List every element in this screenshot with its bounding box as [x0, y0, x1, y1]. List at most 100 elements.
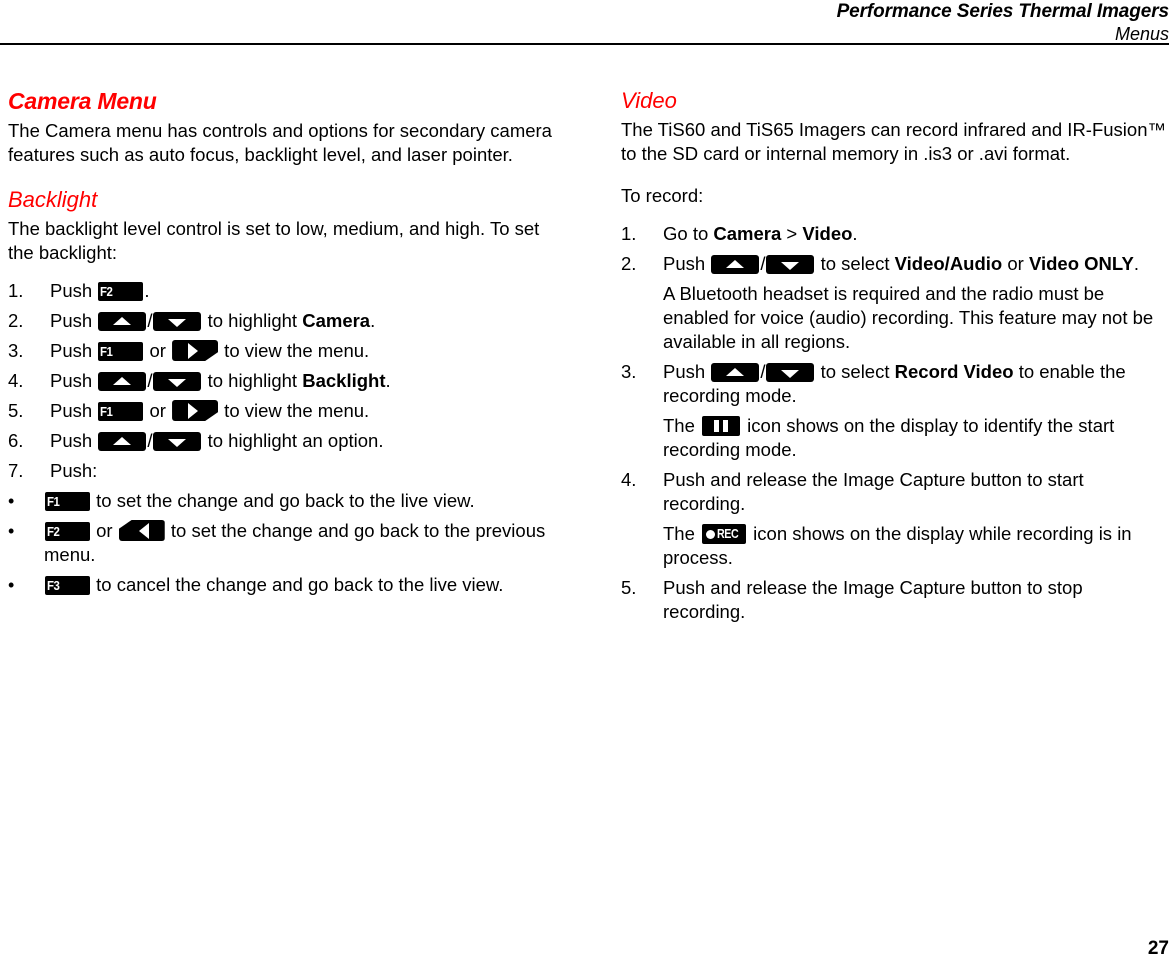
header-subtitle: Menus	[1114, 24, 1169, 44]
step-text: Push F2.	[50, 280, 150, 301]
step-item: 6. Push / to highlight an option.	[8, 429, 564, 453]
step-number: 5.	[621, 577, 637, 598]
page-header: Performance Series Thermal Imagers Menus	[0, 0, 1169, 45]
bullet-item: • F3 to cancel the change and go back to …	[8, 573, 564, 597]
key-right-arrow	[172, 400, 219, 421]
step-item: 4. Push and release the Image Capture but…	[621, 468, 1169, 570]
key-down-arrow	[766, 255, 815, 274]
emphasis-text: Backlight	[302, 370, 386, 391]
key-label: F3	[47, 578, 60, 593]
record-dot-icon	[706, 530, 716, 539]
bullet-text: F2 or to set the change and go back to t…	[44, 520, 546, 565]
key-f2: F2	[98, 282, 144, 301]
up-triangle-icon	[726, 259, 745, 268]
backlight-options-list: • F1 to set the change and go back to the…	[8, 489, 564, 597]
backlight-heading: Backlight	[8, 187, 98, 212]
bullet-marker: •	[8, 491, 15, 511]
bullet-item: • F2 or to set the change and go back to …	[8, 519, 564, 567]
key-down-arrow	[153, 432, 202, 451]
bullet-marker: •	[8, 575, 15, 595]
bullet-item: • F1 to set the change and go back to the…	[8, 489, 564, 513]
key-left-arrow	[118, 520, 165, 541]
right-triangle-icon	[188, 342, 199, 359]
step-item: 3. Push / to select Record Video to enabl…	[621, 360, 1169, 462]
pause-bar	[723, 420, 729, 432]
right-triangle-icon	[188, 402, 199, 419]
right-column: Video The TiS60 and TiS65 Imagers can re…	[621, 88, 1169, 624]
key-label: F2	[47, 524, 60, 539]
up-triangle-icon	[113, 316, 132, 325]
step-number: 1.	[621, 223, 637, 244]
step-number: 4.	[8, 370, 24, 391]
header-divider	[0, 43, 1169, 45]
down-triangle-icon	[168, 318, 187, 327]
key-f2: F2	[45, 522, 90, 541]
emphasis-text: Record Video	[894, 361, 1014, 382]
step-text: Push F1 or to view the menu.	[50, 400, 370, 421]
left-column: Camera Menu The Camera menu has controls…	[8, 88, 564, 597]
step-note: A Bluetooth headset is required and the …	[663, 283, 1154, 352]
step-text: Push / to highlight Camera.	[50, 310, 376, 331]
video-steps-list: 1. Go to Camera > Video. 2. Push / to selec…	[621, 222, 1169, 624]
key-f1: F1	[45, 492, 90, 511]
step-number: 5.	[8, 400, 24, 421]
camera-menu-heading: Camera Menu	[8, 88, 157, 114]
step-number: 6.	[8, 430, 24, 451]
key-f3: F3	[45, 576, 90, 595]
record-label: REC	[717, 526, 739, 541]
key-up-arrow	[98, 312, 147, 331]
key-label: F2	[100, 284, 113, 299]
step-text: Push and release the Image Capture butto…	[663, 577, 1083, 622]
down-triangle-icon	[168, 378, 187, 387]
video-heading: Video	[621, 88, 677, 113]
step-item: 1. Go to Camera > Video.	[621, 222, 1169, 246]
step-number: 2.	[621, 253, 637, 274]
up-triangle-icon	[113, 436, 132, 445]
emphasis-text: Camera	[302, 310, 371, 331]
up-triangle-icon	[726, 367, 745, 376]
step-text: Push / to highlight an option.	[50, 430, 384, 451]
key-down-arrow	[766, 363, 815, 382]
backlight-intro: The backlight level control is set to lo…	[8, 218, 540, 263]
step-text: Push:	[50, 460, 98, 481]
bullet-text: F1 to set the change and go back to the …	[45, 490, 475, 511]
key-down-arrow	[153, 312, 202, 331]
step-number: 4.	[621, 469, 637, 490]
emphasis-text: Video ONLY	[1028, 253, 1134, 274]
page-number: 27	[1147, 938, 1169, 959]
bullet-marker: •	[8, 521, 15, 541]
key-f1: F1	[98, 342, 144, 361]
step-text: Push / to select Video/Audio or Video ON…	[663, 253, 1139, 274]
step-item: 7. Push:	[8, 459, 564, 483]
key-label: F1	[100, 404, 113, 419]
step-number: 3.	[8, 340, 24, 361]
step-number: 2.	[8, 310, 24, 331]
video-intro: The TiS60 and TiS65 Imagers can record i…	[621, 119, 1166, 164]
step-item: 4. Push / to highlight Backlight.	[8, 369, 564, 393]
camera-menu-intro: The Camera menu has controls and options…	[8, 120, 552, 165]
step-item: 5. Push F1 or to view the menu.	[8, 399, 564, 423]
down-triangle-icon	[168, 438, 187, 447]
header-title: Performance Series Thermal Imagers	[836, 1, 1169, 22]
step-text: Push / to highlight Backlight.	[50, 370, 391, 391]
down-triangle-icon	[781, 261, 800, 270]
step-item: 1. Push F2.	[8, 279, 564, 303]
record-icon: REC	[702, 524, 747, 544]
step-note: The REC icon shows on the display while …	[663, 523, 1132, 568]
key-up-arrow	[98, 372, 147, 391]
emphasis-text: Video/Audio	[894, 253, 1003, 274]
key-label: F1	[100, 344, 113, 359]
step-note: The icon shows on the display to identif…	[663, 415, 1115, 460]
key-up-arrow	[711, 255, 760, 274]
left-triangle-icon	[138, 522, 149, 539]
step-number: 1.	[8, 280, 24, 301]
key-up-arrow	[98, 432, 147, 451]
down-triangle-icon	[781, 369, 800, 378]
step-text: Go to Camera > Video.	[663, 223, 858, 244]
step-item: 2. Push / to select Video/Audio or Video …	[621, 252, 1169, 354]
key-down-arrow	[153, 372, 202, 391]
pause-bar	[714, 420, 720, 432]
step-item: 5. Push and release the Image Capture but…	[621, 576, 1169, 624]
key-right-arrow	[172, 340, 219, 361]
step-text: Push / to select Record Video to enable …	[663, 361, 1126, 406]
